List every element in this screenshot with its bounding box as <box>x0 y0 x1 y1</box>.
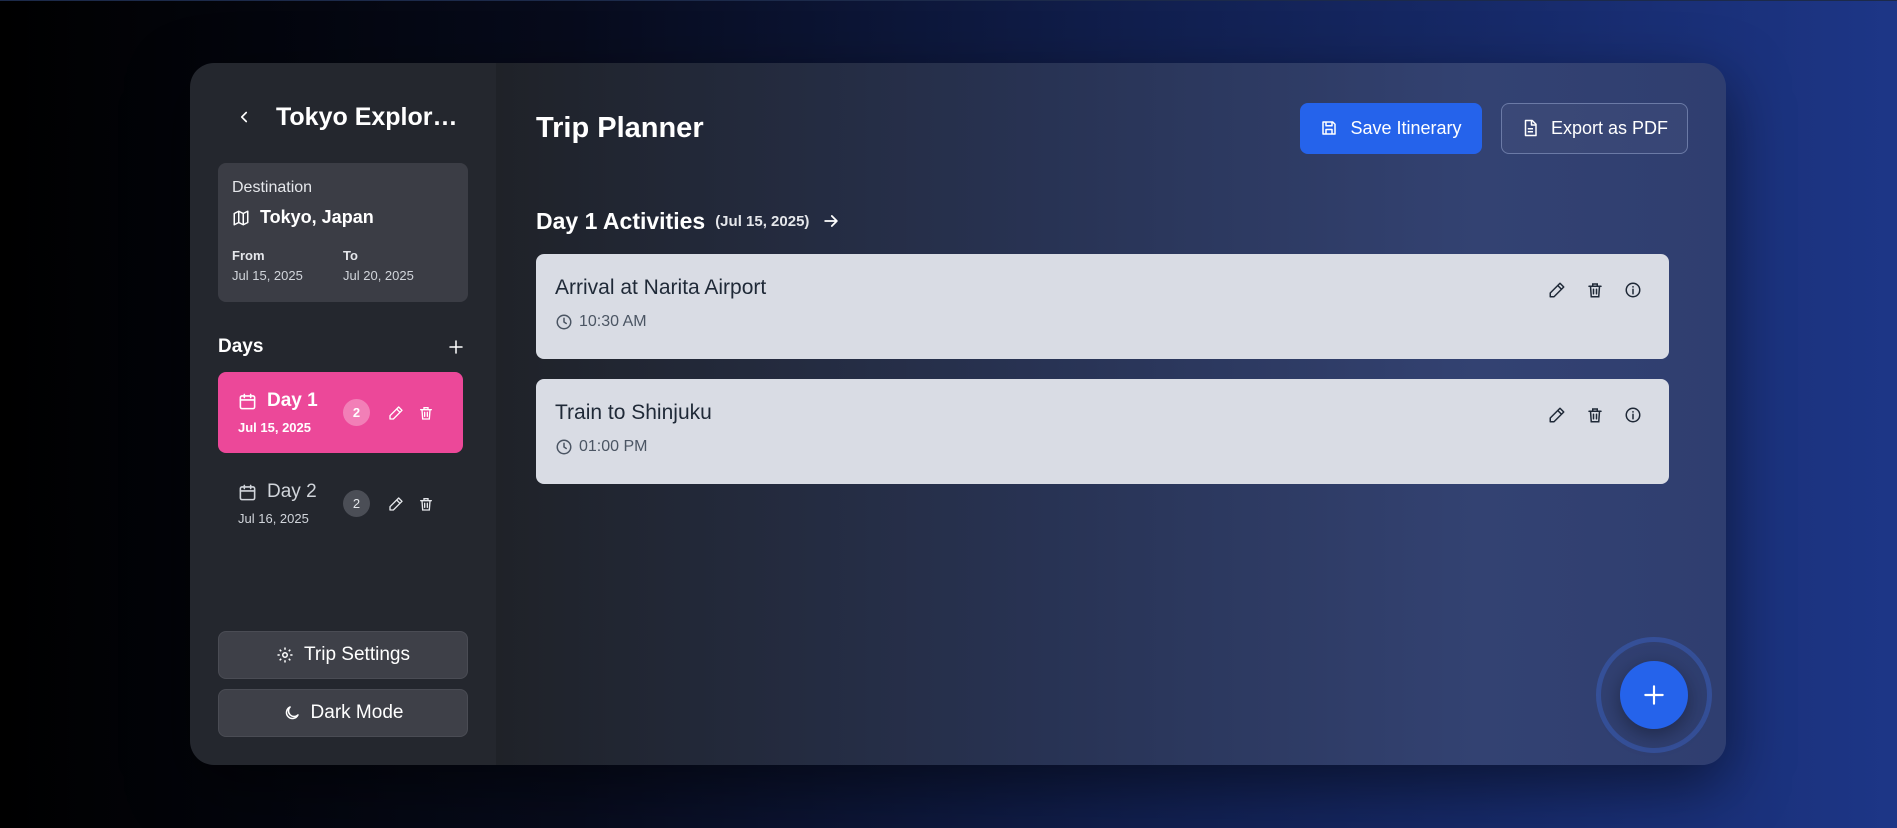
trip-settings-label: Trip Settings <box>304 644 410 665</box>
days-title: Days <box>218 336 264 357</box>
day-info: Day 2 Jul 16, 2025 <box>238 481 343 526</box>
main-header: Trip Planner Save Itinerary Export as PD… <box>536 63 1688 191</box>
plus-icon <box>1644 685 1664 705</box>
clock-icon <box>556 439 572 455</box>
activity-card[interactable]: Train to Shinjuku 01:00 PM <box>536 379 1669 484</box>
activity-info-button[interactable] <box>1621 403 1645 427</box>
day-date: Jul 15, 2025 <box>238 420 311 435</box>
next-day-button[interactable] <box>821 211 841 231</box>
plus-icon <box>449 340 463 354</box>
destination-card: Destination Tokyo, Japan From Jul 15, 20… <box>218 163 468 302</box>
gear-icon <box>277 647 293 663</box>
map-icon <box>233 210 249 225</box>
chevron-left-icon <box>240 111 248 123</box>
activity-name: Train to Shinjuku <box>555 401 712 424</box>
delete-day-button[interactable] <box>414 492 438 516</box>
to-date: Jul 20, 2025 <box>343 268 414 283</box>
save-itinerary-label: Save Itinerary <box>1350 117 1462 138</box>
edit-day-button[interactable] <box>384 492 408 516</box>
day-name: Day 2 <box>267 481 317 502</box>
pencil-icon <box>1549 282 1565 298</box>
export-pdf-button[interactable]: Export as PDF <box>1501 102 1688 154</box>
to-label: To <box>343 248 358 263</box>
clock-icon <box>556 314 572 330</box>
days-header: Days <box>218 335 468 359</box>
sidebar-footer: Trip Settings Dark Mode <box>218 631 468 737</box>
activity-time: 10:30 AM <box>579 313 647 330</box>
main-panel: Trip Planner Save Itinerary Export as PD… <box>496 63 1726 765</box>
day-date: Jul 16, 2025 <box>238 511 309 526</box>
sidebar: Tokyo Explorat... Destination Tokyo, Jap… <box>190 63 496 765</box>
add-activity-button[interactable] <box>1620 661 1688 729</box>
calendar-icon <box>239 484 256 500</box>
page-title: Trip Planner <box>536 111 704 144</box>
edit-activity-button[interactable] <box>1545 278 1569 302</box>
trash-icon <box>420 406 432 420</box>
from-label: From <box>232 248 265 263</box>
day-title-row: Day 2 <box>238 481 343 503</box>
back-button[interactable] <box>226 99 262 135</box>
trash-icon <box>1588 283 1602 298</box>
pencil-icon <box>389 496 403 511</box>
dark-mode-label: Dark Mode <box>310 702 404 723</box>
save-itinerary-button[interactable]: Save Itinerary <box>1300 102 1482 154</box>
activities-title: Day 1 Activities <box>536 207 706 234</box>
day-info: Day 1 Jul 15, 2025 <box>238 390 343 435</box>
activity-count-badge: 2 <box>343 490 370 517</box>
activity-name: Arrival at Narita Airport <box>555 276 767 299</box>
edit-day-button[interactable] <box>384 401 408 425</box>
top-border <box>0 0 1897 1</box>
trash-icon <box>1588 408 1602 423</box>
arrow-right-icon <box>824 215 839 227</box>
delete-activity-button[interactable] <box>1583 278 1607 302</box>
day-title-row: Day 1 <box>238 390 343 412</box>
info-icon <box>1625 282 1641 298</box>
app-window: Tokyo Explorat... Destination Tokyo, Jap… <box>190 63 1726 765</box>
destination-label: Destination <box>232 179 313 196</box>
activities-date: (Jul 15, 2025) <box>715 212 810 230</box>
activity-tools <box>1531 278 1645 302</box>
delete-activity-button[interactable] <box>1583 403 1607 427</box>
pencil-icon <box>1549 407 1565 423</box>
trip-dates: From Jul 15, 2025 To Jul 20, 2025 <box>232 248 454 283</box>
file-icon <box>1524 119 1537 137</box>
activity-time-row: 10:30 AM <box>555 313 1650 331</box>
sidebar-header: Tokyo Explorat... <box>218 63 468 163</box>
export-pdf-label: Export as PDF <box>1550 117 1669 138</box>
activity-info-button[interactable] <box>1621 278 1645 302</box>
to-date-group: To Jul 20, 2025 <box>343 248 454 283</box>
activity-time: 01:00 PM <box>579 438 648 455</box>
pencil-icon <box>389 405 403 420</box>
trip-title: Tokyo Explorat... <box>276 102 466 131</box>
dark-mode-button[interactable]: Dark Mode <box>218 689 468 737</box>
destination-name: Tokyo, Japan <box>260 207 374 227</box>
delete-day-button[interactable] <box>414 401 438 425</box>
moon-icon <box>285 706 299 720</box>
day-item-2[interactable]: Day 2 Jul 16, 2025 2 <box>218 463 463 544</box>
save-icon <box>1322 121 1337 135</box>
info-icon <box>1625 407 1641 423</box>
day-item-1[interactable]: Day 1 Jul 15, 2025 2 <box>218 372 463 453</box>
from-date-group: From Jul 15, 2025 <box>232 248 343 283</box>
activity-card[interactable]: Arrival at Narita Airport 10:30 AM <box>536 254 1669 359</box>
activity-count-badge: 2 <box>343 399 370 426</box>
activity-time-row: 01:00 PM <box>555 438 1650 456</box>
edit-activity-button[interactable] <box>1545 403 1569 427</box>
activity-tools <box>1531 403 1645 427</box>
add-activity-fab-ring <box>1596 637 1712 753</box>
calendar-icon <box>239 393 256 409</box>
from-date: Jul 15, 2025 <box>232 268 303 283</box>
destination-name-row: Tokyo, Japan <box>232 207 454 228</box>
day-name: Day 1 <box>267 390 318 411</box>
activities-header: Day 1 Activities (Jul 15, 2025) <box>536 206 1688 236</box>
trash-icon <box>420 497 432 511</box>
trip-settings-button[interactable]: Trip Settings <box>218 631 468 679</box>
add-day-button[interactable] <box>444 335 468 359</box>
